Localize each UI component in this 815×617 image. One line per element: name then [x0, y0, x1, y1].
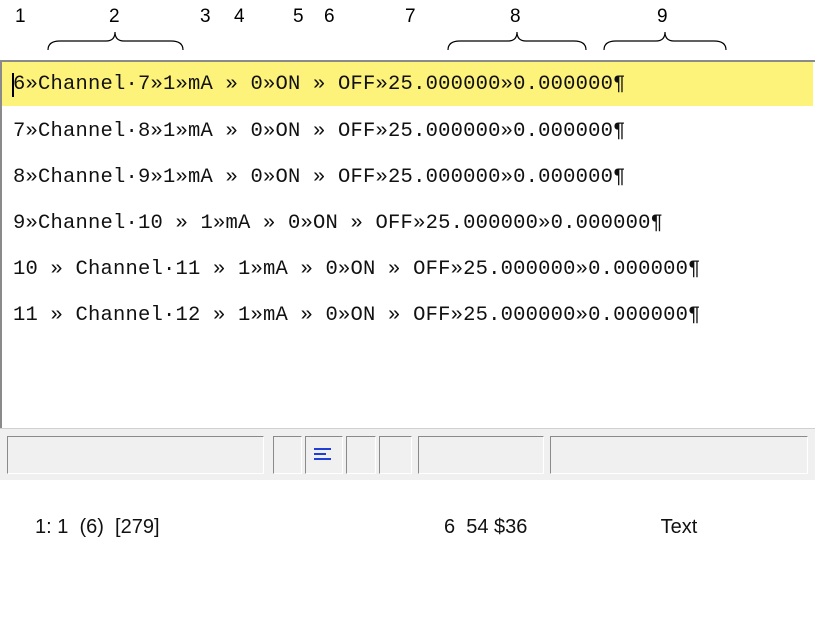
column-number: 5 [293, 6, 304, 27]
text-line[interactable]: 10 » Channel·11 » 1»mA » 0»ON » OFF»25.0… [13, 251, 701, 288]
column-brace [603, 30, 727, 52]
text-line[interactable]: 6»Channel·7»1»mA » 0»ON » OFF»25.000000»… [13, 66, 626, 103]
column-number: 6 [324, 6, 335, 27]
selection-info: 6 54 $36 [444, 516, 528, 538]
column-number: 7 [405, 6, 416, 27]
column-number: 4 [234, 6, 245, 27]
text-line[interactable]: 11 » Channel·12 » 1»mA » 0»ON » OFF»25.0… [13, 297, 701, 334]
status-panel-empty[interactable] [273, 436, 302, 474]
text-editor[interactable]: 6»Channel·7»1»mA » 0»ON » OFF»25.000000»… [0, 60, 815, 428]
text-line[interactable]: 9»Channel·10 » 1»mA » 0»ON » OFF»25.0000… [13, 205, 663, 242]
column-number: 2 [109, 6, 120, 27]
text-line[interactable]: 8»Channel·9»1»mA » 0»ON » OFF»25.000000»… [13, 159, 626, 196]
column-brace [447, 30, 587, 52]
status-panel-empty[interactable] [379, 436, 412, 474]
column-brace [47, 30, 184, 52]
file-mode-panel[interactable]: Text [550, 436, 808, 538]
align-left-icon [314, 448, 331, 460]
text-line[interactable]: 7»Channel·8»1»mA » 0»ON » OFF»25.000000»… [13, 113, 626, 150]
column-number: 1 [15, 6, 26, 27]
cursor-position: 1: 1 (6) [279] [35, 516, 160, 538]
status-panel-empty[interactable] [346, 436, 376, 474]
column-number: 3 [200, 6, 211, 27]
alignment-panel[interactable] [305, 436, 343, 474]
column-ruler: 1 2 3 4 5 6 7 8 9 [0, 0, 815, 58]
column-number: 8 [510, 6, 521, 27]
column-number: 9 [657, 6, 668, 27]
selection-info-panel[interactable]: 6 54 $36 [418, 436, 544, 538]
cursor-position-panel[interactable]: 1: 1 (6) [279] [7, 436, 264, 538]
status-bar: 1: 1 (6) [279] 6 54 $36 Text [0, 428, 815, 538]
file-mode: Text [660, 516, 698, 538]
